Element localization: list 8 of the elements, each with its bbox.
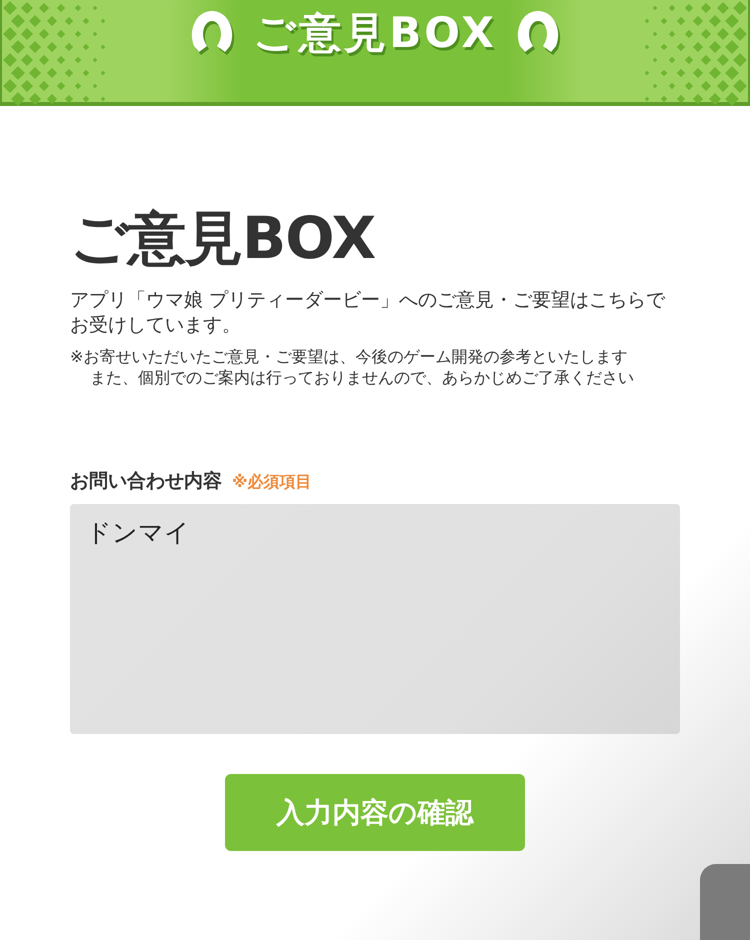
banner-title: ご意見BOX bbox=[253, 7, 497, 59]
note-text: ※お寄せいただいたご意見・ご要望は、今後のゲーム開発の参考といたします bbox=[70, 346, 628, 368]
note-text: また、個別でのご案内は行っておりませんので、あらかじめご了承ください bbox=[89, 368, 635, 388]
page-heading: ご意見BOX bbox=[70, 204, 376, 274]
inquiry-field[interactable]: ドンマイ bbox=[70, 504, 680, 734]
required-mark: ※必須項目 bbox=[232, 472, 312, 494]
intro-text: アプリ「ウマ娘 プリティーダービー」へのご意見・ご要望はこちらでお受けしています。 bbox=[70, 288, 666, 338]
field-label: お問い合わせ内容 bbox=[70, 469, 222, 494]
